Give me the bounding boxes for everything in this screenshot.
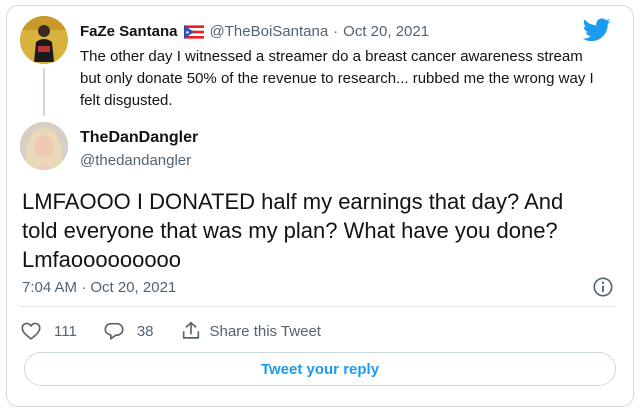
- parent-display-name[interactable]: FaZe Santana: [80, 22, 178, 42]
- parent-handle[interactable]: @TheBoiSantana: [210, 22, 329, 42]
- heart-icon: [21, 322, 41, 340]
- main-display-name[interactable]: TheDanDangler: [80, 128, 198, 148]
- parent-tweet-date[interactable]: Oct 20, 2021: [343, 22, 429, 42]
- like-count: 111: [54, 322, 77, 340]
- profile-photo-image: [20, 122, 68, 170]
- share-label: Share this Tweet: [209, 322, 321, 340]
- like-button[interactable]: 111: [20, 320, 77, 342]
- reply-count: 38: [136, 322, 154, 340]
- tweet-timestamp[interactable]: 7:04 AM · Oct 20, 2021: [22, 278, 176, 298]
- actions-divider: [20, 306, 616, 307]
- person-silhouette-image: [20, 16, 68, 64]
- main-handle[interactable]: @thedandangler: [80, 151, 191, 171]
- puerto-rico-flag-icon: [183, 25, 204, 39]
- twitter-bird-icon[interactable]: [583, 18, 611, 42]
- reply-action-button[interactable]: 38: [103, 320, 154, 342]
- share-button[interactable]: Share this Tweet: [180, 320, 321, 342]
- share-icon: [182, 321, 199, 339]
- main-avatar[interactable]: [20, 122, 68, 170]
- separator-dot: ·: [333, 23, 339, 40]
- speech-bubble-icon: [104, 322, 124, 340]
- parent-avatar[interactable]: [20, 16, 68, 64]
- main-tweet-text: LMFAOOO I DONATED half my earnings that …: [22, 189, 564, 272]
- tweet-your-reply-button[interactable]: Tweet your reply: [24, 352, 616, 386]
- info-icon[interactable]: [592, 276, 614, 298]
- tweet-actions: 111 38 Share this Tweet: [20, 318, 347, 344]
- parent-tweet-header: FaZe Santana @TheBoiSantana · Oct 20, 20…: [80, 22, 429, 42]
- parent-tweet-text: The other day I witnessed a streamer do …: [80, 48, 594, 109]
- thread-connector-line: [43, 68, 45, 116]
